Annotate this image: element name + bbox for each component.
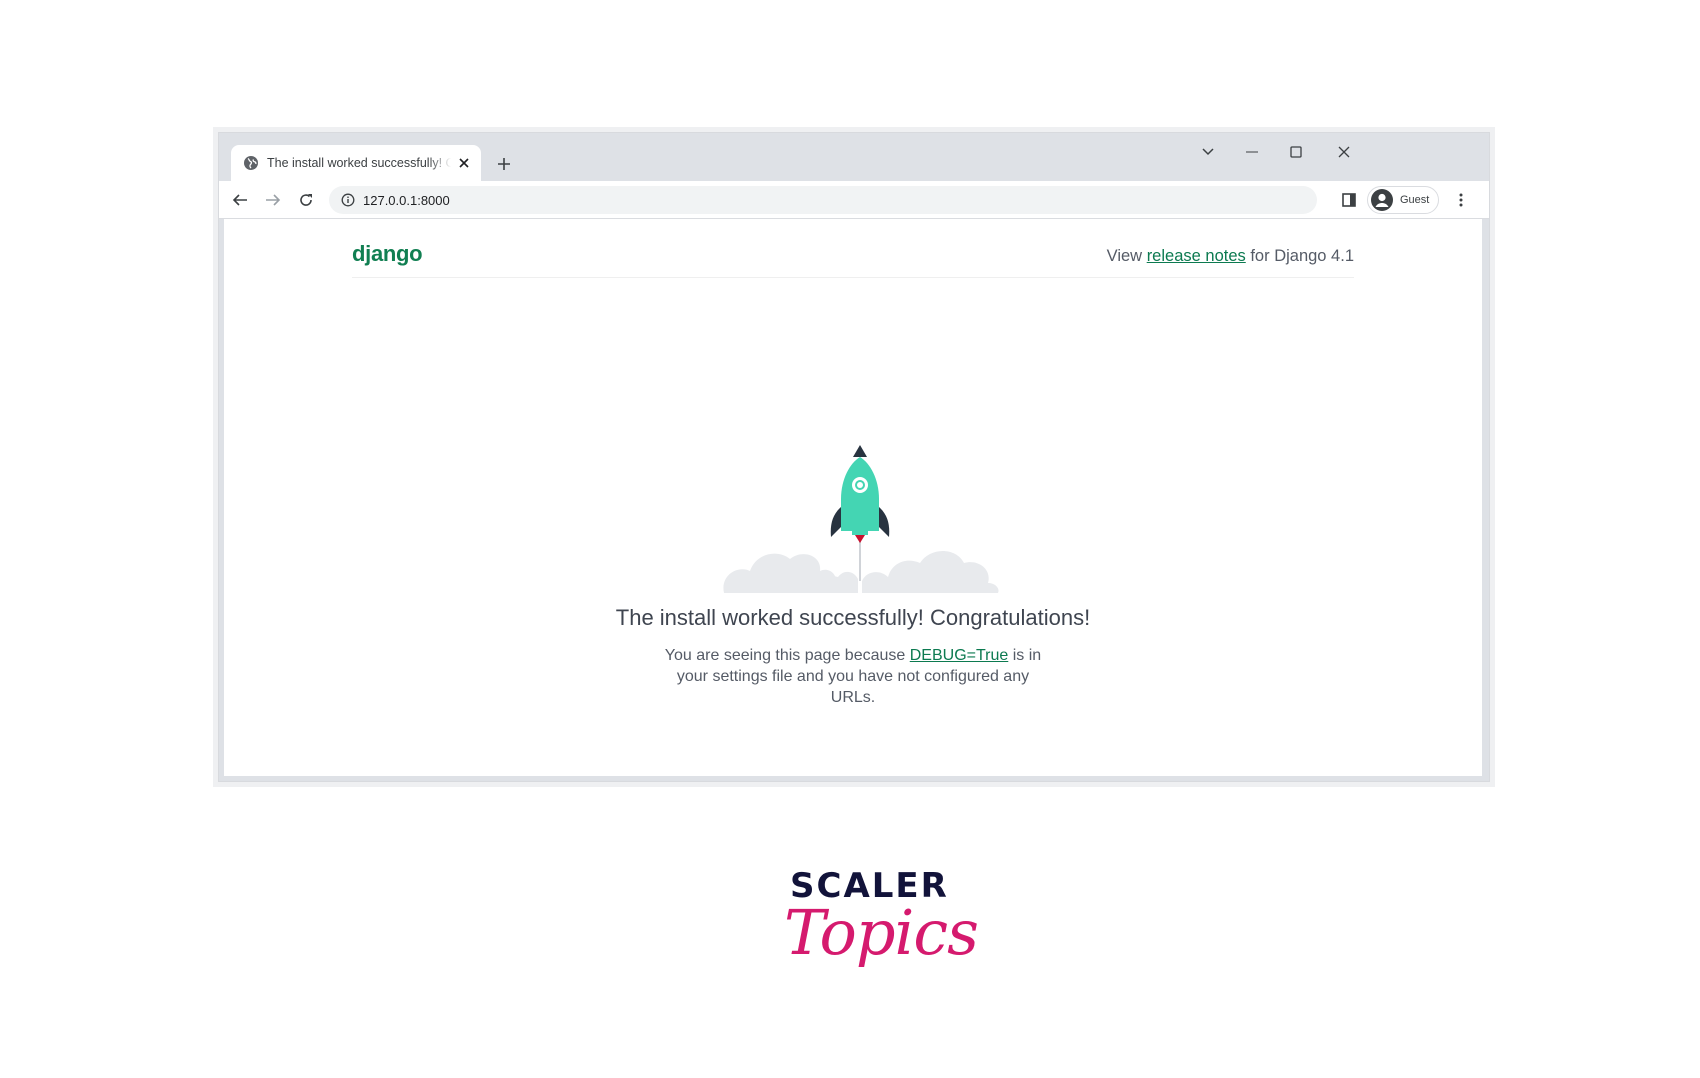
desc-part1: You are seeing this page because [664,647,910,664]
side-panel-button[interactable] [1337,188,1361,212]
minimize-icon [1246,151,1258,153]
success-title: The install worked successfully! Congrat… [615,605,1091,630]
django-logo[interactable]: django [352,241,423,267]
tab-search-button[interactable] [1191,139,1225,165]
active-tab[interactable]: The install worked successfully! Congrat… [231,145,481,181]
info-icon[interactable] [341,193,355,207]
chevron-down-icon [1202,148,1214,156]
release-notes-text: View release notes for Django 4.1 [1107,247,1354,266]
new-tab-button[interactable] [491,151,517,177]
kebab-menu-icon [1459,193,1463,207]
forward-button[interactable] [260,187,286,213]
globe-icon [244,156,258,170]
close-window-button[interactable] [1327,139,1361,165]
tab-strip: The install worked successfully! Congrat… [219,133,1489,181]
close-icon [1338,146,1350,158]
release-notes-link[interactable]: release notes [1147,247,1246,265]
avatar-icon [1371,189,1393,211]
debug-link[interactable]: DEBUG=True [910,647,1009,664]
reload-button[interactable] [293,187,319,213]
url-text[interactable]: 127.0.0.1:8000 [363,193,450,208]
maximize-icon [1290,146,1302,158]
maximize-button[interactable] [1279,139,1313,165]
arrow-left-icon [232,194,247,206]
release-suffix: for Django 4.1 [1245,247,1354,265]
topics-wordmark: Topics [784,896,979,969]
scaler-topics-logo: SCALER Topics [784,866,979,986]
profile-label: Guest [1400,194,1430,206]
toolbar: 127.0.0.1:8000 Guest [219,181,1489,219]
rocket-illustration [723,445,999,593]
django-header: django View release notes for Django 4.1 [352,219,1354,278]
back-button[interactable] [227,187,253,213]
reload-icon [300,194,312,206]
address-bar[interactable]: 127.0.0.1:8000 [329,186,1317,214]
close-tab-icon[interactable] [455,154,473,172]
profile-button[interactable]: Guest [1367,186,1439,214]
arrow-right-icon [266,194,281,206]
menu-button[interactable] [1449,188,1473,212]
browser-window: The install worked successfully! Congrat… [218,132,1490,782]
minimize-button[interactable] [1235,139,1269,165]
plus-icon [498,158,510,170]
page-viewport: django View release notes for Django 4.1 [224,219,1482,776]
release-prefix: View [1106,247,1147,265]
success-description: You are seeing this page because DEBUG=T… [653,645,1053,708]
tab-title: The install worked successfully! Congrat… [267,156,451,170]
side-panel-icon [1342,193,1356,207]
